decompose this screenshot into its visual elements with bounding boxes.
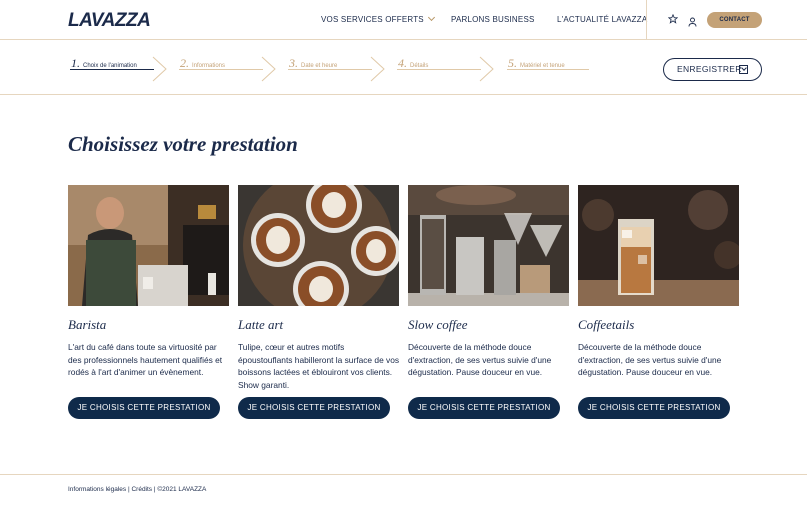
lavazza-logo[interactable]: LAVAZZA (68, 10, 151, 32)
step-underline (507, 69, 589, 70)
user-icon[interactable] (688, 14, 698, 27)
card-slow-coffee: Slow coffee Découverte de la méthode dou… (408, 185, 569, 419)
step-number: 5. (508, 56, 517, 70)
step-arrow-icon (370, 56, 385, 82)
page-title: Choisissez votre prestation (68, 132, 298, 156)
latte-art-image (238, 185, 399, 306)
step-number: 2. (180, 56, 189, 70)
step-number: 4. (398, 56, 407, 70)
choose-slow-coffee-button[interactable]: JE CHOISIS CETTE PRESTATION (408, 397, 560, 419)
header-divider (646, 0, 647, 40)
choose-latte-art-button[interactable]: JE CHOISIS CETTE PRESTATION (238, 397, 390, 419)
coffeetails-image (578, 185, 739, 306)
nav-actualite[interactable]: L'ACTUALITÉ LAVAZZA (557, 15, 647, 24)
step-arrow-icon (152, 56, 167, 82)
step-number: 3. (289, 56, 298, 70)
card-barista: Barista L'art du café dans toute sa virt… (68, 185, 229, 419)
save-button-label: ENREGISTRER (677, 64, 742, 74)
site-footer: Informations légales | Crédits | ©2021 L… (0, 474, 807, 505)
step-2[interactable]: 2. Informations (180, 54, 225, 70)
step-underline (70, 69, 154, 70)
card-description: L'art du café dans toute sa virtuosité p… (68, 342, 223, 377)
chevron-down-icon (427, 13, 435, 22)
steps-bar: 1. Choix de l'animation 2. Informations 3.… (0, 40, 807, 95)
card-title: Coffeetails (578, 317, 635, 332)
card-description: Découverte de la méthode douce d'extract… (408, 342, 552, 377)
star-icon[interactable] (667, 13, 679, 27)
step-1[interactable]: 1. Choix de l'animation (71, 54, 137, 70)
card-description: Découverte de la méthode douce d'extract… (578, 342, 722, 377)
step-number: 1. (71, 56, 80, 70)
card-title: Barista (68, 317, 107, 332)
slow-coffee-image (408, 185, 569, 306)
step-underline (288, 69, 372, 70)
save-button[interactable]: ENREGISTRER (663, 58, 762, 81)
nav-business[interactable]: PARLONS BUSINESS (451, 15, 535, 24)
step-3[interactable]: 3. Date et heure (289, 54, 337, 70)
footer-links[interactable]: Informations légales | Crédits | ©2021 L… (68, 486, 206, 493)
step-arrow-icon (261, 56, 276, 82)
contact-button[interactable]: CONTACT (707, 12, 762, 28)
save-icon (739, 65, 748, 74)
card-latte-art: Latte art Tulipe, cœur et autres motifs … (238, 185, 400, 419)
site-header: LAVAZZA VOS SERVICES OFFERTS PARLONS BUS… (0, 0, 807, 40)
choose-coffeetails-button[interactable]: JE CHOISIS CETTE PRESTATION (578, 397, 730, 419)
card-title: Slow coffee (408, 317, 468, 332)
card-coffeetails: Coffeetails Découverte de la méthode dou… (578, 185, 739, 419)
step-underline (179, 69, 263, 70)
nav-services-label: VOS SERVICES OFFERTS (321, 15, 424, 24)
step-arrow-icon (479, 56, 494, 82)
step-5[interactable]: 5. Matériel et tenue (508, 54, 565, 70)
card-title: Latte art (238, 317, 284, 332)
nav-services[interactable]: VOS SERVICES OFFERTS (321, 13, 435, 24)
step-4[interactable]: 4. Détails (398, 54, 428, 70)
choose-barista-button[interactable]: JE CHOISIS CETTE PRESTATION (68, 397, 220, 419)
barista-image (68, 185, 229, 306)
card-description: Tulipe, cœur et autres motifs époustoufl… (238, 342, 400, 390)
step-underline (397, 69, 481, 70)
